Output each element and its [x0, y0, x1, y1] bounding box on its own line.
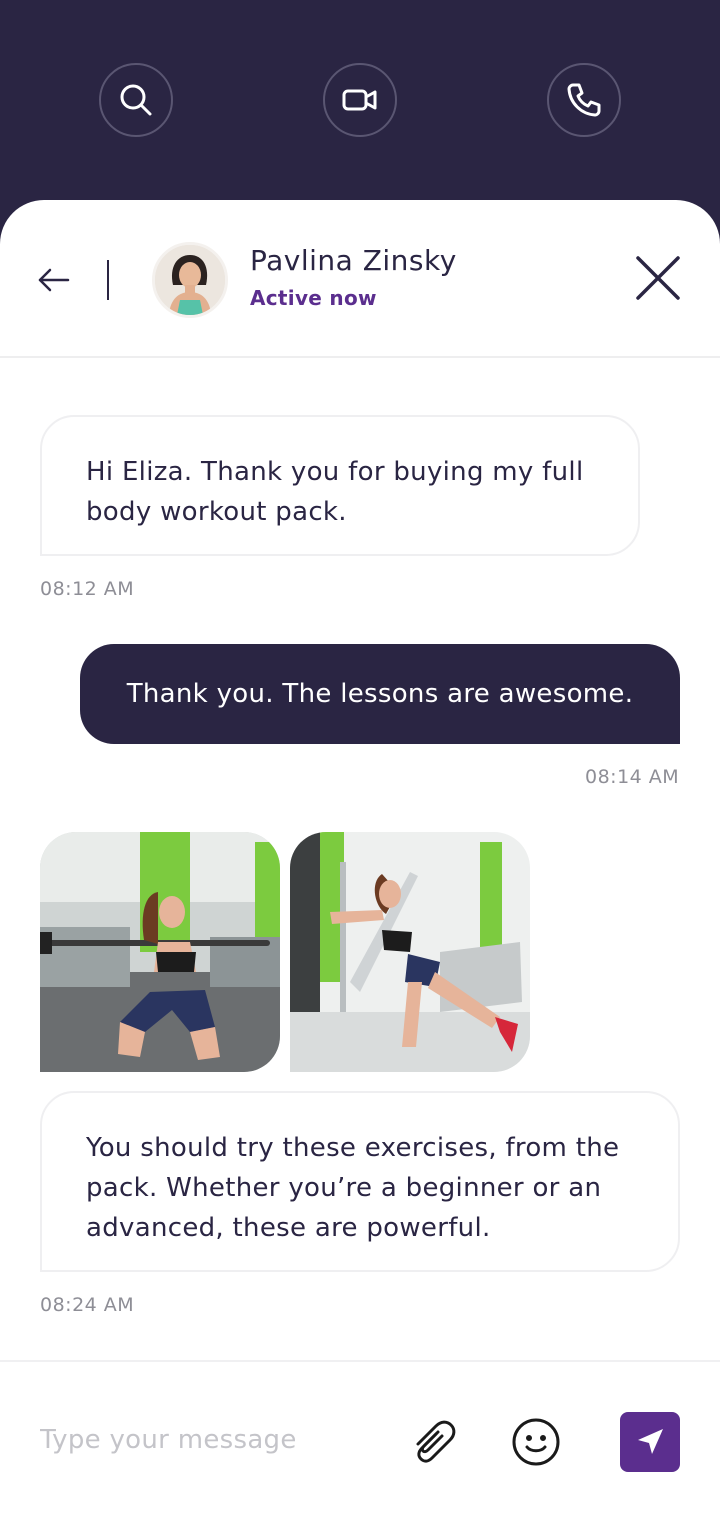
gym-kickback-image: [290, 832, 530, 1072]
paperclip-icon: [416, 1420, 456, 1463]
message-bubble-incoming: You should try these exercises, from the…: [40, 1091, 680, 1272]
voice-call-button[interactable]: [547, 63, 621, 137]
attach-button[interactable]: [404, 1414, 460, 1470]
send-button[interactable]: [620, 1412, 680, 1472]
message-timestamp: 08:12 AM: [40, 578, 135, 600]
message-timestamp: 08:14 AM: [585, 766, 680, 788]
smiley-icon: [512, 1418, 560, 1466]
send-icon: [638, 1429, 663, 1454]
search-icon: [120, 84, 152, 116]
search-button[interactable]: [99, 63, 173, 137]
message-text: Thank you. The lessons are awesome.: [126, 679, 634, 709]
emoji-button[interactable]: [508, 1414, 564, 1470]
arrow-left-icon: [38, 268, 70, 292]
message-input[interactable]: [40, 1418, 380, 1462]
avatar-portrait-icon: [155, 245, 225, 315]
close-icon: [636, 256, 680, 300]
chat-sheet: Pavlina Zinsky Active now Hi Eliza. Than…: [0, 200, 720, 1520]
chat-header: Pavlina Zinsky Active now: [0, 200, 720, 358]
message-text: You should try these exercises, from the…: [86, 1133, 620, 1243]
message-composer: [0, 1360, 720, 1520]
gym-squat-image: [40, 832, 280, 1072]
phone-icon: [567, 83, 601, 117]
kickback-photo[interactable]: [290, 832, 530, 1072]
header-divider: [107, 260, 109, 300]
contact-status: Active now: [250, 286, 377, 310]
avatar[interactable]: [152, 242, 228, 318]
squat-photo[interactable]: [40, 832, 280, 1072]
close-button[interactable]: [630, 250, 686, 306]
message-timestamp: 08:24 AM: [40, 1294, 135, 1316]
message-text: Hi Eliza. Thank you for buying my full b…: [86, 457, 584, 527]
message-bubble-outgoing: Thank you. The lessons are awesome.: [80, 644, 680, 744]
video-call-button[interactable]: [323, 63, 397, 137]
contact-name: Pavlina Zinsky: [250, 244, 457, 277]
video-camera-icon: [342, 89, 377, 111]
back-button[interactable]: [30, 260, 78, 300]
message-bubble-incoming: Hi Eliza. Thank you for buying my full b…: [40, 415, 640, 556]
